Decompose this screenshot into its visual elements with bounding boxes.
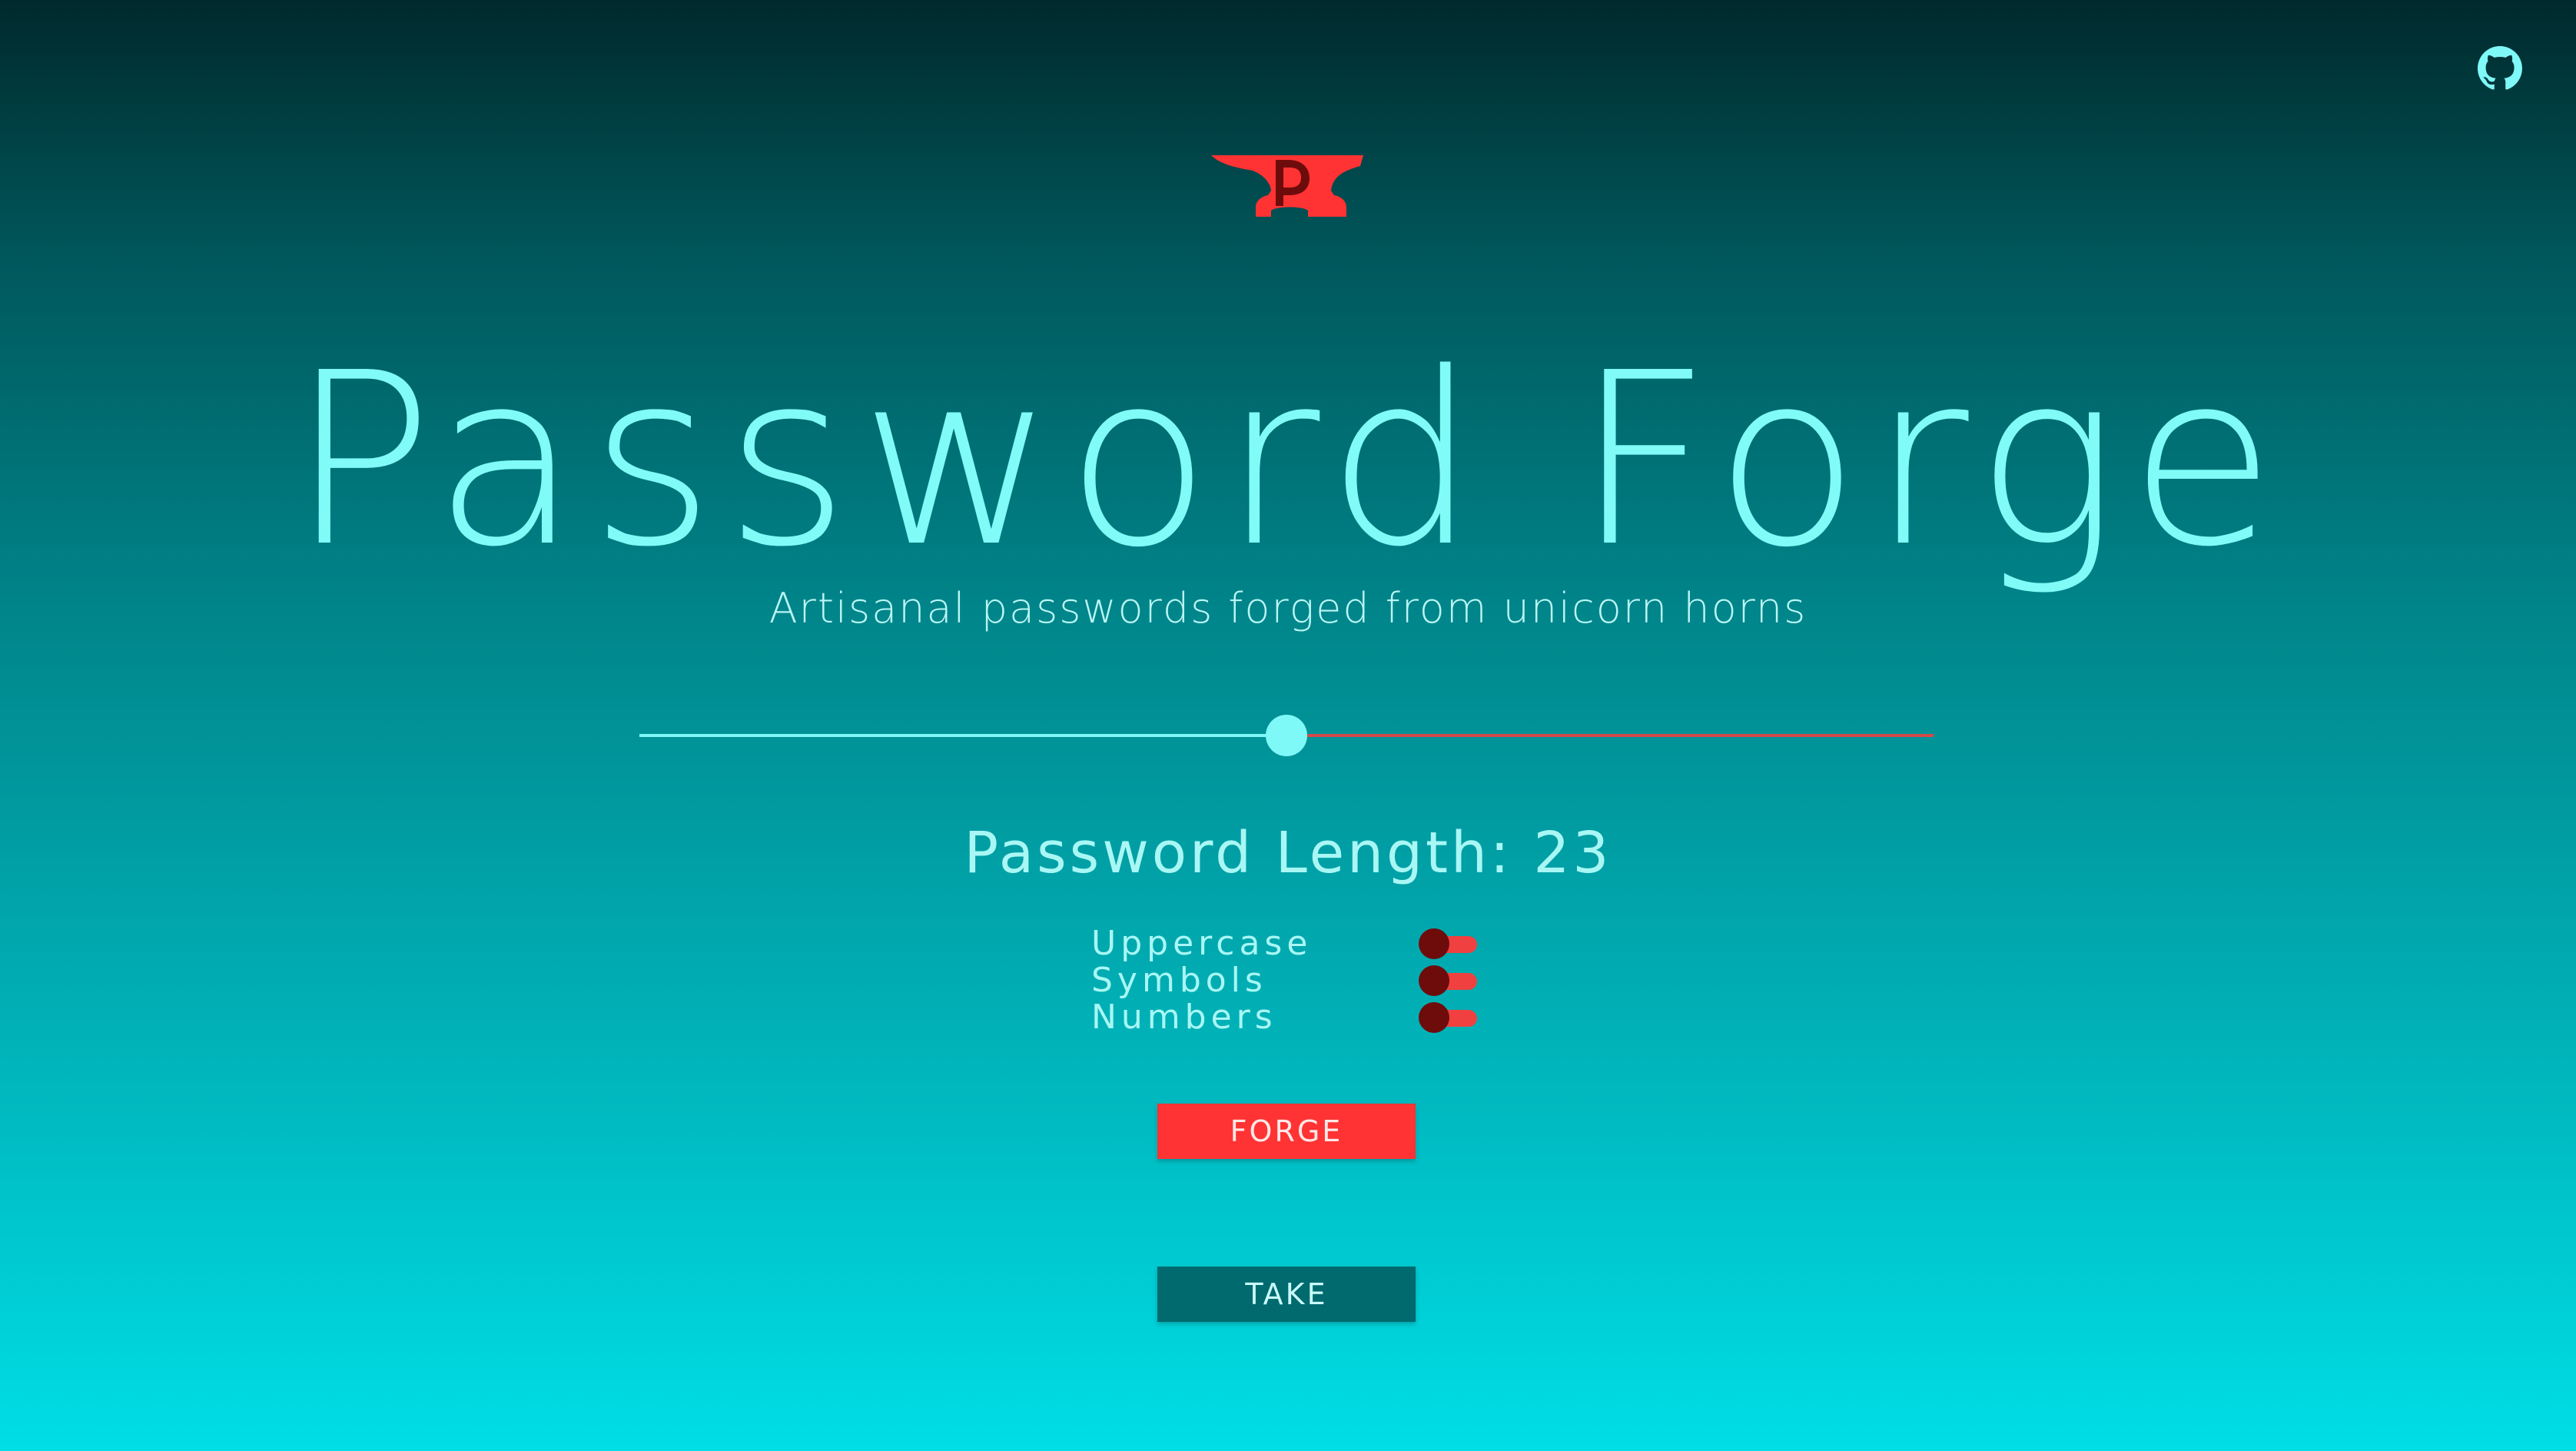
- symbols-toggle[interactable]: [1419, 964, 1477, 998]
- slider-track-remaining: [1307, 734, 1934, 737]
- password-length-label: Password Length: 23: [0, 816, 2576, 890]
- password-length-slider[interactable]: [639, 715, 1934, 756]
- toggle-knob: [1419, 928, 1449, 959]
- password-length-value: 23: [1533, 820, 1612, 886]
- forge-button[interactable]: FORGE: [1157, 1104, 1416, 1159]
- option-symbols[interactable]: Symbols: [1091, 962, 1491, 999]
- option-numbers-label: Numbers: [1091, 998, 1277, 1037]
- anvil-logo-icon: [1211, 151, 1365, 221]
- github-link[interactable]: [2478, 46, 2522, 91]
- numbers-toggle[interactable]: [1419, 1001, 1477, 1034]
- slider-track-filled: [639, 734, 1266, 737]
- toggle-knob: [1419, 965, 1449, 996]
- github-icon: [2478, 46, 2522, 91]
- character-options: Uppercase Symbols Numbers: [1091, 925, 1491, 1036]
- option-uppercase-label: Uppercase: [1091, 924, 1313, 963]
- option-uppercase[interactable]: Uppercase: [1091, 925, 1491, 962]
- option-symbols-label: Symbols: [1091, 961, 1267, 1000]
- uppercase-toggle[interactable]: [1419, 927, 1477, 961]
- slider-thumb[interactable]: [1266, 715, 1307, 756]
- option-numbers[interactable]: Numbers: [1091, 999, 1491, 1036]
- take-button[interactable]: TAKE: [1157, 1267, 1416, 1322]
- page-subtitle: Artisanal passwords forged from unicorn …: [768, 584, 1808, 633]
- page-title: Password Forge: [289, 322, 2287, 599]
- toggle-knob: [1419, 1002, 1449, 1033]
- password-length-text: Password Length:: [964, 820, 1534, 886]
